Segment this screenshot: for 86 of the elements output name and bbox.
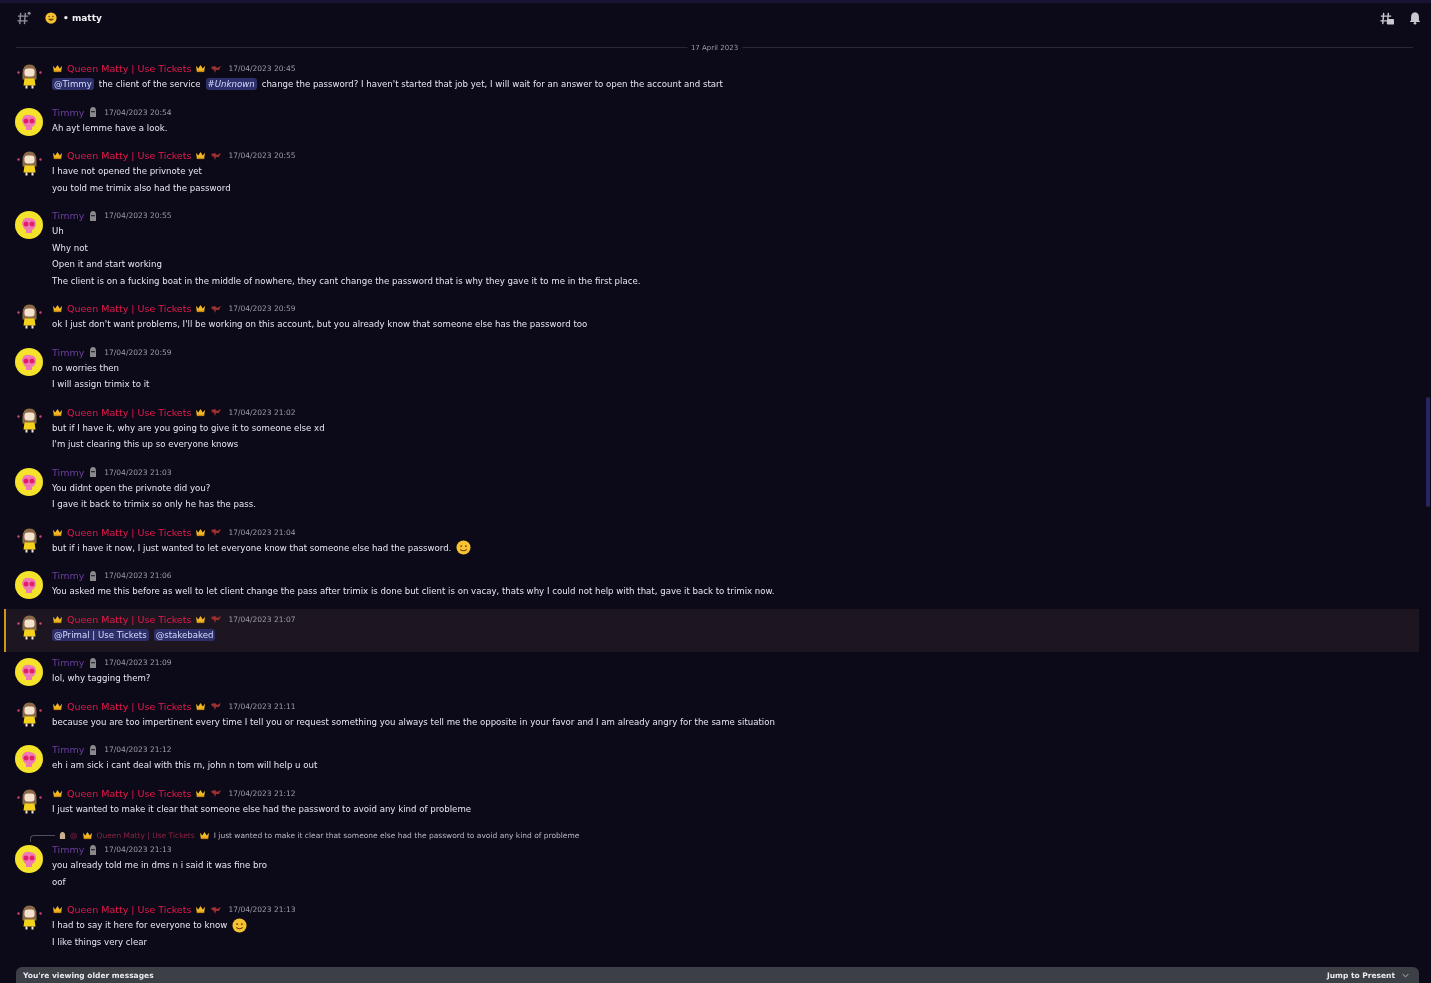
crown-icon (195, 527, 207, 537)
message-text: no worries then (52, 362, 120, 373)
message-text: I'm just clearing this up so everyone knows (52, 439, 239, 450)
crown-icon (195, 788, 207, 798)
helmet-icon (88, 106, 99, 118)
message-text: I will assign trimix to it (52, 379, 150, 390)
message-text: Uh (52, 226, 64, 237)
message-text: Why not (52, 242, 88, 253)
author-name[interactable]: Timmy (52, 106, 85, 118)
crown-icon (198, 831, 210, 840)
thread-icon[interactable] (16, 10, 31, 26)
message-text: You asked me this before as well to let client change the pass after trimix is done but client is on vacay, thats why I could not help with that, gave it back to trimix now. (52, 586, 775, 597)
crown-icon (195, 407, 207, 417)
crown-icon (52, 905, 63, 914)
crown-icon (195, 905, 207, 914)
user-mention[interactable]: @stakebaked (153, 628, 216, 641)
author-name[interactable]: Timmy (52, 844, 85, 855)
message-text: I gave it back to trimix so only he has the pass. (52, 499, 256, 510)
channel-name: • matty (63, 13, 102, 23)
message-text: because you are too impertinent every time I tell you or request something you always tell me the opposite in your favor and I am already angry for the same situation (52, 716, 775, 727)
author-name[interactable]: Timmy (52, 346, 85, 358)
helmet-icon (88, 209, 99, 222)
crown-icon (81, 831, 93, 840)
message-text: you already told me in dms n i said it was fine bro (52, 860, 268, 871)
channel-mention[interactable]: #Unknown (205, 78, 257, 91)
message-text: lol, why tagging them? (52, 673, 151, 684)
message-text: change the password? I haven't started that job yet, I will wait for an answer to open the account and start (261, 79, 723, 90)
author-name[interactable]: Timmy (52, 744, 85, 755)
helmet-icon (88, 843, 99, 856)
author-name[interactable]: Queen Matty | Use Tickets (67, 63, 192, 74)
author-name[interactable]: Timmy (52, 570, 85, 581)
reply-line (30, 835, 55, 842)
helmet-icon (88, 466, 99, 478)
crown-icon (195, 64, 207, 73)
message-text: I just wanted to make it clear that someone else had the password to avoid any kind of probleme (52, 803, 472, 814)
smiley-icon (232, 917, 248, 933)
scrollbar-thumb[interactable] (1426, 397, 1430, 507)
author-name[interactable]: Queen Matty | Use Tickets (67, 526, 192, 538)
message-text: I had to say it here for everyone to know (52, 920, 228, 931)
crown-icon (195, 614, 207, 624)
smiley-icon (456, 540, 472, 556)
crown-icon (195, 151, 207, 160)
author-name[interactable]: Queen Matty | Use Tickets (67, 613, 192, 625)
author-name[interactable]: Queen Matty | Use Tickets (67, 787, 192, 799)
crown-icon (52, 151, 63, 160)
author-name[interactable]: Timmy (52, 466, 85, 478)
avatar-icon (59, 831, 66, 840)
message-text: the client of the service (98, 79, 201, 90)
author-name[interactable]: Timmy (52, 657, 85, 668)
message-text: but if i have it now, I just wanted to let everyone know that someone else had the password. (52, 542, 452, 553)
crown-icon (195, 304, 207, 313)
bell-icon[interactable] (1408, 11, 1422, 25)
crown-icon (52, 788, 63, 798)
message-text: you told me trimix also had the password (52, 182, 231, 193)
message-text: but if I have it, why are you going to give it to someone else xd (52, 422, 325, 433)
author-name[interactable]: Timmy (52, 210, 85, 221)
crown-icon (52, 407, 63, 417)
helmet-icon (88, 569, 99, 582)
author-name[interactable]: Queen Matty | Use Tickets (67, 700, 192, 712)
helmet-icon (88, 346, 99, 358)
user-mention[interactable]: @Timmy (52, 78, 94, 91)
message-text: You didnt open the privnote did you? (52, 482, 211, 493)
message-text: Open it and start working (52, 259, 162, 270)
message-text: oof (52, 876, 66, 887)
author-name[interactable]: Queen Matty | Use Tickets (67, 406, 192, 418)
helmet-icon (88, 743, 99, 756)
message-text: Ah ayt lemme have a look. (52, 122, 168, 133)
crown-icon (195, 701, 207, 711)
grinning-face-icon (45, 12, 57, 24)
crown-icon (52, 304, 63, 313)
chevron-down-icon[interactable] (1402, 972, 1409, 978)
crown-icon (52, 527, 63, 537)
message-text: I have not opened the privnote yet (52, 166, 202, 177)
crown-icon (52, 614, 63, 624)
message-text: I like things very clear (52, 936, 147, 947)
message-text: ok I just don't want problems, I'll be working on this account, but you already know that someone else has the password too (52, 319, 588, 330)
crown-icon (52, 64, 63, 73)
crown-icon (52, 701, 63, 711)
threads-icon[interactable] (1379, 10, 1394, 26)
author-name[interactable]: Queen Matty | Use Tickets (67, 904, 192, 915)
helmet-icon (88, 656, 99, 669)
author-name[interactable]: Queen Matty | Use Tickets (67, 150, 192, 161)
message-text: eh i am sick i cant deal with this rn, john n tom will help u out (52, 760, 318, 771)
user-mention[interactable]: @Primal | Use Tickets (52, 628, 149, 641)
author-name[interactable]: Queen Matty | Use Tickets (67, 303, 192, 314)
message-text: The client is on a fucking boat in the middle of nowhere, they cant change the password that is why they gave it to me in the first place. (52, 275, 641, 286)
